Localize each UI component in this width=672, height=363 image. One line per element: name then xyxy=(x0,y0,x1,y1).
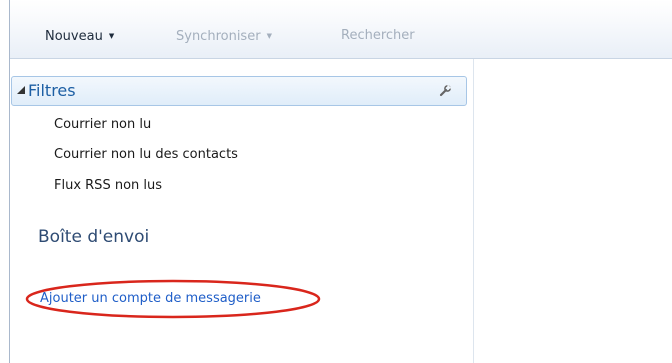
wrench-icon[interactable] xyxy=(438,84,452,98)
search-button[interactable]: Rechercher xyxy=(341,27,415,45)
add-account-link[interactable]: Ajouter un compte de messagerie xyxy=(40,291,261,307)
filters-header[interactable]: Filtres xyxy=(11,76,467,106)
new-button[interactable]: Nouveau ▼ xyxy=(45,27,114,45)
folder-pane: Filtres Courrier non lu Courrier non lu … xyxy=(10,59,474,363)
filter-item-unread-mail[interactable]: Courrier non lu xyxy=(54,117,151,133)
chevron-down-icon: ▼ xyxy=(266,32,272,40)
sync-button[interactable]: Synchroniser ▼ xyxy=(176,27,272,45)
mail-window: Nouveau ▼ Synchroniser ▼ Rechercher Filtre… xyxy=(0,0,672,363)
search-button-label: Rechercher xyxy=(341,28,415,43)
sync-button-label: Synchroniser xyxy=(176,29,261,44)
filter-item-unread-rss[interactable]: Flux RSS non lus xyxy=(54,178,162,194)
filter-item-unread-contacts-mail[interactable]: Courrier non lu des contacts xyxy=(54,147,238,163)
new-button-label: Nouveau xyxy=(45,29,103,44)
toolbar: Nouveau ▼ Synchroniser ▼ Rechercher xyxy=(10,0,672,59)
triangle-expanded-icon[interactable] xyxy=(17,86,25,94)
chevron-down-icon: ▼ xyxy=(108,32,115,40)
filters-label: Filtres xyxy=(28,81,76,100)
outbox-folder[interactable]: Boîte d'envoi xyxy=(38,225,149,249)
